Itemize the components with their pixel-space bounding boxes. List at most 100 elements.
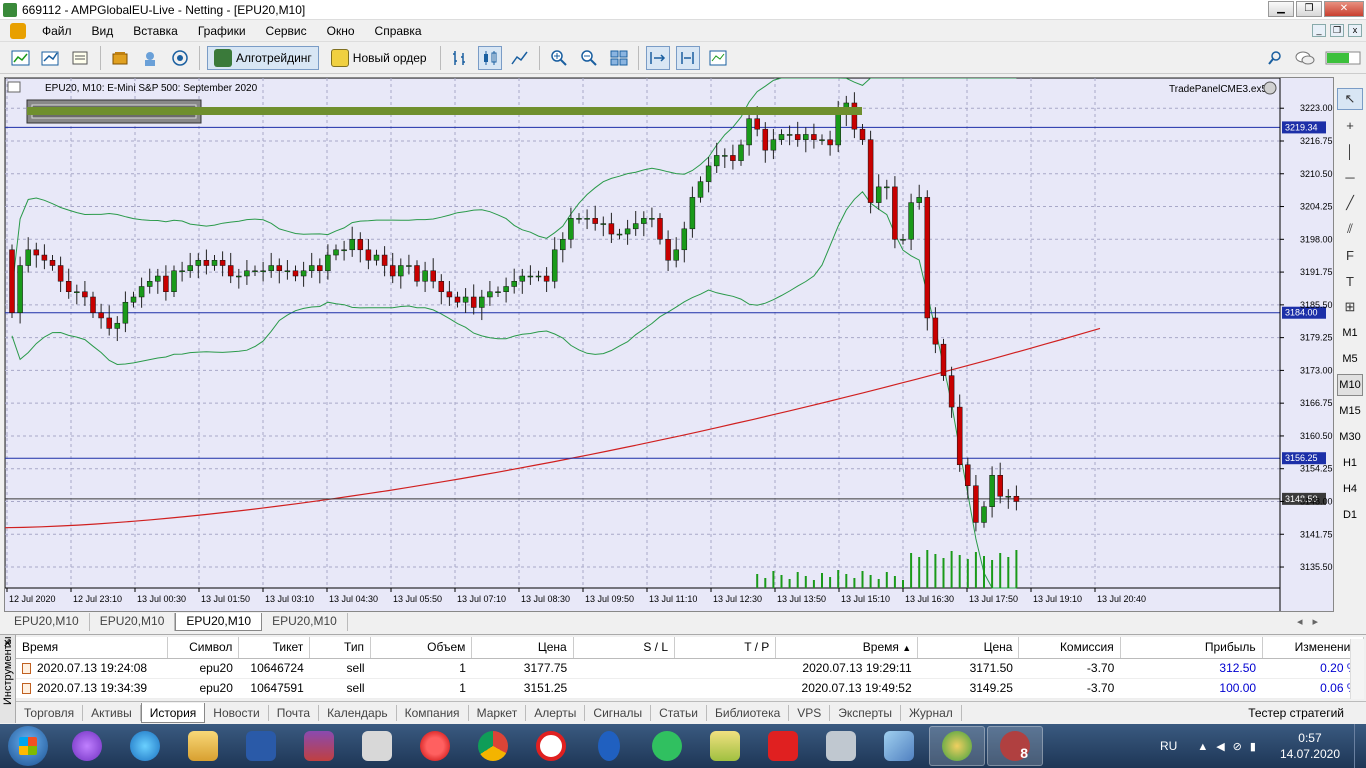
col-price[interactable]: Цена (471, 637, 574, 659)
tab-articles[interactable]: Статьи (651, 704, 707, 721)
chart-window-icon[interactable] (10, 22, 26, 39)
mdi-minimize-button[interactable]: _ (1312, 24, 1326, 37)
timeframe-m10[interactable]: M10 (1337, 374, 1363, 396)
col-change[interactable]: Изменение (1262, 637, 1365, 659)
zoom-in-icon[interactable] (547, 46, 571, 70)
strategy-tester-button[interactable]: Тестер стратегий (1240, 705, 1352, 721)
table-scrollbar[interactable] (1350, 639, 1364, 699)
tile-windows-icon[interactable] (607, 46, 631, 70)
tab-library[interactable]: Библиотека (707, 704, 790, 721)
channel-icon[interactable]: ⫽ (1337, 218, 1363, 240)
tab-signals[interactable]: Сигналы (585, 704, 652, 721)
col-close-price[interactable]: Цена (917, 637, 1020, 659)
taskbar-explorer-icon[interactable] (175, 726, 231, 766)
algo-trading-button[interactable]: Алготрейдинг (207, 46, 319, 70)
new-order-button[interactable]: Новый ордер (325, 46, 433, 70)
candlestick-chart[interactable]: 3219.343184.003156.253148.50 3223.00 3216… (5, 78, 1333, 611)
col-type[interactable]: Тип (309, 637, 372, 659)
menu-window[interactable]: Окно (317, 24, 365, 38)
mdi-close-button[interactable]: x (1348, 24, 1362, 37)
menu-insert[interactable]: Вставка (123, 24, 188, 38)
taskbar-chrome-icon[interactable] (465, 726, 521, 766)
chart-tab[interactable]: EPU20,M10 (90, 613, 176, 631)
tab-calendar[interactable]: Календарь (319, 704, 397, 721)
taskbar-alice-icon[interactable] (59, 726, 115, 766)
new-chart-icon[interactable] (9, 46, 33, 70)
chart-tab[interactable]: EPU20,M10 (262, 613, 348, 631)
chart-templates-icon[interactable] (706, 46, 730, 70)
timeframe-h4[interactable]: H4 (1337, 478, 1363, 500)
tab-history[interactable]: История (140, 702, 206, 723)
show-desktop-button[interactable] (1354, 724, 1366, 768)
taskbar-bluetooth-icon[interactable] (581, 726, 637, 766)
menu-charts[interactable]: Графики (188, 24, 256, 38)
taskbar-notes-icon[interactable] (871, 726, 927, 766)
taskbar-printer-icon[interactable] (349, 726, 405, 766)
timeframe-d1[interactable]: D1 (1337, 504, 1363, 526)
mdi-restore-button[interactable]: ❐ (1330, 24, 1344, 37)
tab-assets[interactable]: Активы (83, 704, 141, 721)
templates-icon[interactable] (69, 46, 93, 70)
timeframe-m15[interactable]: M15 (1337, 400, 1363, 422)
vertical-line-icon[interactable]: │ (1337, 140, 1363, 162)
table-row[interactable]: 2020.07.13 19:34:39 epu20 10647591 sell … (16, 678, 1364, 699)
chart-tabs-scroll-icon[interactable]: ◂▸ (1297, 615, 1328, 628)
timeframe-m30[interactable]: M30 (1337, 426, 1363, 448)
col-close-time[interactable]: Время ▲ (775, 637, 919, 659)
tray-icons[interactable]: ▲◀⊘▮ (1197, 740, 1264, 753)
chart-window[interactable]: 3219.34 3184.00 3156.25 3148.50 3223.00 3216… (4, 77, 1334, 612)
taskbar-mail-icon[interactable] (639, 726, 695, 766)
tab-trade[interactable]: Торговля (16, 704, 84, 721)
shapes-icon[interactable]: ⊞ (1337, 296, 1363, 318)
col-profit[interactable]: Прибыль (1120, 637, 1263, 659)
language-indicator[interactable]: RU (1160, 739, 1177, 753)
col-open-time[interactable]: Время (16, 637, 169, 659)
col-symbol[interactable]: Символ (167, 637, 240, 659)
minimize-button[interactable]: ▁ (1268, 1, 1294, 17)
clock[interactable]: 0:57 14.07.2020 (1280, 730, 1340, 762)
taskbar-word-icon[interactable] (233, 726, 289, 766)
taskbar-yandex-icon[interactable] (523, 726, 579, 766)
tab-market[interactable]: Маркет (469, 704, 527, 721)
taskbar-calculator-icon[interactable] (813, 726, 869, 766)
close-button[interactable]: ✕ (1324, 1, 1364, 17)
taskbar-ie-icon[interactable] (117, 726, 173, 766)
search-icon[interactable] (1263, 46, 1287, 70)
vps-icon[interactable] (168, 46, 192, 70)
chart-menu-icon[interactable] (7, 81, 21, 93)
tab-vps[interactable]: VPS (789, 704, 831, 721)
col-ticket[interactable]: Тикет (238, 637, 311, 659)
taskbar-winrar-icon[interactable] (291, 726, 347, 766)
fibonacci-icon[interactable]: F (1337, 244, 1363, 266)
tab-news[interactable]: Новости (205, 704, 269, 721)
taskbar-terminal-icon[interactable]: 8 (987, 726, 1043, 766)
menu-help[interactable]: Справка (365, 24, 432, 38)
chart-shift-icon[interactable] (675, 46, 700, 70)
chart-tab[interactable]: EPU20,M10 (4, 613, 90, 631)
taskbar-acrobat-icon[interactable] (755, 726, 811, 766)
tab-alerts[interactable]: Алерты (526, 704, 586, 721)
menu-tools[interactable]: Сервис (256, 24, 317, 38)
start-button[interactable] (8, 726, 48, 766)
col-commission[interactable]: Комиссия (1018, 637, 1121, 659)
col-volume[interactable]: Объем (370, 637, 473, 659)
zoom-out-icon[interactable] (577, 46, 601, 70)
signals-icon[interactable] (138, 46, 162, 70)
trendline-icon[interactable]: ╱ (1337, 192, 1363, 214)
candlestick-chart-icon[interactable] (477, 46, 502, 70)
market-icon[interactable] (108, 46, 132, 70)
col-sl[interactable]: S / L (573, 637, 676, 659)
timeframe-h1[interactable]: H1 (1337, 452, 1363, 474)
restore-button[interactable]: ❐ (1296, 1, 1322, 17)
menu-view[interactable]: Вид (82, 24, 124, 38)
tab-journal[interactable]: Журнал (901, 704, 962, 721)
chat-icon[interactable] (1293, 46, 1317, 70)
cursor-icon[interactable]: ↖ (1337, 88, 1363, 110)
line-chart-icon[interactable] (508, 46, 532, 70)
taskbar-folder-icon[interactable] (697, 726, 753, 766)
horizontal-line-icon[interactable]: ─ (1337, 166, 1363, 188)
profiles-icon[interactable] (39, 46, 63, 70)
auto-scroll-icon[interactable] (645, 46, 670, 70)
crosshair-icon[interactable]: + (1337, 114, 1363, 136)
taskbar-opera-icon[interactable] (407, 726, 463, 766)
